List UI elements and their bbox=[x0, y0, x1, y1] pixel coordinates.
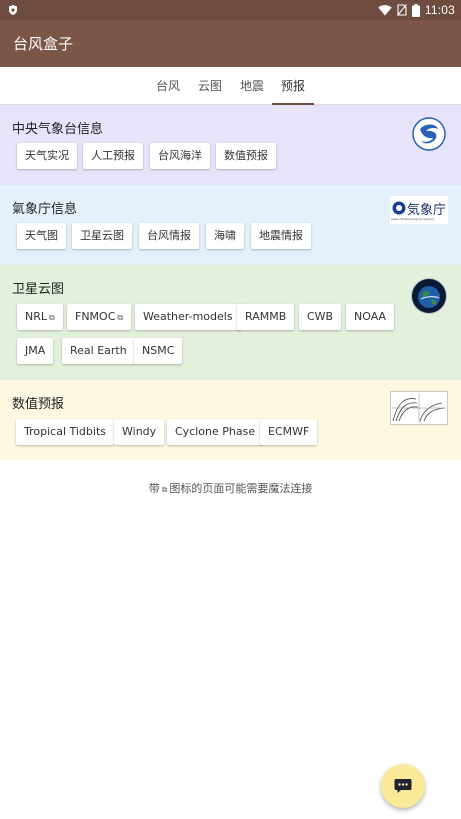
chip-real-earth[interactable]: Real Earth bbox=[62, 338, 135, 364]
external-link-note: 带 ⧉ 图标的页面可能需要魔法连接 bbox=[0, 480, 461, 496]
section-jma: 氣象庁信息 気象庁 Japan Meteorological Agency 天气… bbox=[0, 185, 461, 265]
chip-numerical-forecast[interactable]: 数值预报 bbox=[216, 143, 276, 169]
chip-label: Cyclone Phase bbox=[175, 425, 256, 438]
chip-label: Tropical Tidbits bbox=[24, 425, 106, 438]
section-numerical: 数值预报 Tropical Tidbits Windy Cyclone Phas… bbox=[0, 380, 461, 460]
wifi-icon bbox=[378, 5, 392, 16]
battery-icon bbox=[411, 3, 420, 17]
satellite-logo-icon bbox=[411, 278, 447, 314]
chip-cyclone-phase[interactable]: Cyclone Phase bbox=[167, 419, 264, 445]
section-title: 数值预报 bbox=[12, 397, 65, 412]
jma-emblem-icon bbox=[392, 201, 406, 215]
app-title: 台风盒子 bbox=[13, 35, 74, 53]
chip-label: Windy bbox=[122, 425, 157, 438]
section-title: 氣象庁信息 bbox=[12, 202, 78, 217]
chip-nrl[interactable]: NRL ⧉ bbox=[17, 304, 63, 330]
section-title: 中央气象台信息 bbox=[12, 122, 104, 137]
chip-label: 数值预报 bbox=[224, 149, 268, 162]
chip-label: ECMWF bbox=[268, 425, 310, 438]
chip-label: FNMOC bbox=[75, 310, 116, 323]
chip-fnmoc[interactable]: FNMOC ⧉ bbox=[67, 304, 132, 330]
section-satellite: 卫星云图 NRL ⧉ FNMOC ⧉ Weather-models RAMMB CW… bbox=[0, 265, 461, 380]
tab-bar: 台风 云图 地震 预报 bbox=[0, 67, 461, 105]
chip-label: 台风海洋 bbox=[158, 149, 202, 162]
external-link-icon: ⧉ bbox=[117, 313, 124, 322]
note-suffix: 图标的页面可能需要魔法连接 bbox=[169, 482, 313, 495]
chip-label: RAMMB bbox=[245, 310, 287, 323]
chip-rammb[interactable]: RAMMB bbox=[237, 304, 295, 330]
chat-icon bbox=[394, 779, 412, 793]
chip-typhoon-ocean[interactable]: 台风海洋 bbox=[150, 143, 210, 169]
chip-label: NRL bbox=[25, 310, 47, 323]
chip-label: CWB bbox=[307, 310, 334, 323]
external-link-icon: ⧉ bbox=[161, 485, 168, 494]
chip-label: 天气图 bbox=[25, 229, 58, 242]
chip-ecmwf[interactable]: ECMWF bbox=[260, 419, 318, 445]
chip-weather-models[interactable]: Weather-models bbox=[135, 304, 241, 330]
chip-label: NOAA bbox=[354, 310, 387, 323]
chip-label: 人工预报 bbox=[91, 149, 135, 162]
jma-logo-text: 気象庁 bbox=[407, 203, 447, 218]
clock-time: 11:03 bbox=[424, 3, 455, 17]
chip-label: 天气实况 bbox=[25, 149, 69, 162]
jma-logo-icon: 気象庁 Japan Meteorological Agency bbox=[390, 196, 448, 224]
chip-nsmc[interactable]: NSMC bbox=[134, 338, 183, 364]
chat-fab-button[interactable] bbox=[381, 764, 425, 808]
chip-manual-forecast[interactable]: 人工预报 bbox=[83, 143, 143, 169]
tab-typhoon[interactable]: 台风 bbox=[151, 67, 185, 105]
app-bar: 台风盒子 bbox=[0, 20, 461, 67]
chip-label: NSMC bbox=[142, 344, 175, 357]
chip-jma[interactable]: JMA bbox=[17, 338, 54, 364]
chip-label: Weather-models bbox=[143, 310, 233, 323]
chip-label: 海啸 bbox=[214, 229, 236, 242]
section-title: 卫星云图 bbox=[12, 282, 65, 297]
chip-typhoon-info[interactable]: 台风情报 bbox=[139, 223, 199, 249]
chip-label: JMA bbox=[25, 344, 46, 357]
chip-weather-observation[interactable]: 天气实况 bbox=[17, 143, 77, 169]
tab-label: 云图 bbox=[197, 79, 222, 93]
cma-logo-icon bbox=[412, 117, 446, 151]
chip-windy[interactable]: Windy bbox=[114, 419, 165, 445]
shield-icon bbox=[9, 5, 17, 15]
tab-earthquake[interactable]: 地震 bbox=[235, 67, 269, 105]
tab-label: 台风 bbox=[155, 79, 180, 93]
chip-label: 地震情报 bbox=[259, 229, 303, 242]
jma-logo-subtext: Japan Meteorological Agency bbox=[391, 217, 435, 221]
tab-forecast[interactable]: 预报 bbox=[272, 67, 314, 105]
numerical-chart-logo-icon bbox=[390, 391, 448, 425]
chip-label: 台风情报 bbox=[147, 229, 191, 242]
tab-label: 预报 bbox=[280, 79, 305, 93]
chip-noaa[interactable]: NOAA bbox=[346, 304, 395, 330]
chip-tsunami[interactable]: 海啸 bbox=[206, 223, 244, 249]
chip-label: Real Earth bbox=[70, 344, 127, 357]
no-sim-icon bbox=[396, 4, 407, 16]
chip-earthquake-info[interactable]: 地震情报 bbox=[251, 223, 311, 249]
status-bar: 11:03 bbox=[0, 0, 461, 20]
tab-label: 地震 bbox=[239, 79, 264, 93]
chip-weather-chart[interactable]: 天气图 bbox=[17, 223, 66, 249]
status-icons: 11:03 bbox=[378, 3, 455, 17]
note-prefix: 带 bbox=[148, 482, 160, 495]
chip-tropical-tidbits[interactable]: Tropical Tidbits bbox=[16, 419, 114, 445]
chip-satellite-cloud[interactable]: 卫星云图 bbox=[72, 223, 132, 249]
chip-label: 卫星云图 bbox=[80, 229, 124, 242]
chip-cwb[interactable]: CWB bbox=[299, 304, 342, 330]
external-link-icon: ⧉ bbox=[49, 313, 55, 322]
section-cma: 中央气象台信息 天气实况 人工预报 台风海洋 数值预报 bbox=[0, 105, 461, 185]
tab-cloud-map[interactable]: 云图 bbox=[193, 67, 227, 105]
